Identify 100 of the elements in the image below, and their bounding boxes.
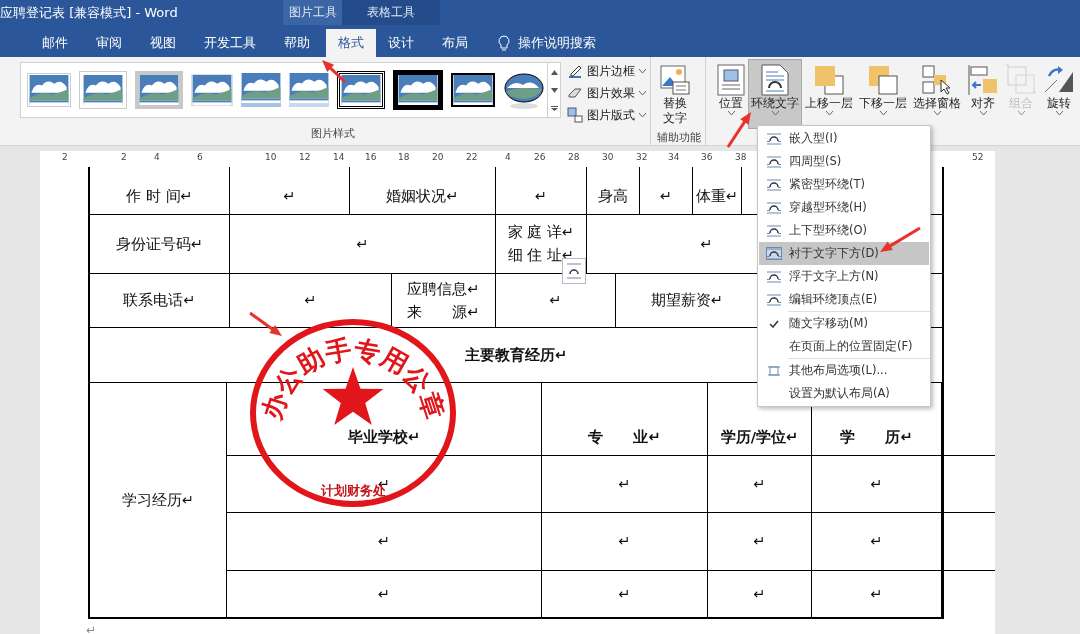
picture-effects-icon (567, 85, 583, 101)
ruler-number: 2 (121, 152, 127, 162)
ruler-number: 4 (505, 152, 511, 162)
ribbon-button[interactable]: 上移一层 (802, 59, 856, 129)
ruler-number: 12 (299, 152, 311, 162)
ruler-number: 6 (197, 152, 203, 162)
ruler-number: 26 (534, 152, 546, 162)
picture-style-icon[interactable] (451, 73, 495, 107)
menu-item[interactable]: 设置为默认布局(A) (759, 382, 929, 405)
align-icon (967, 64, 999, 96)
ribbon-command[interactable]: 图片版式 (567, 106, 646, 124)
menu-item[interactable]: 浮于文字上方(N) (759, 265, 929, 288)
table-cell-text: ↵ (534, 188, 548, 205)
ribbon-tab[interactable]: 视图 (138, 29, 188, 57)
table-cell-text: 应聘信息↵ (407, 280, 480, 298)
table-cell-text: ↵ (377, 585, 391, 603)
table-cell-text: 期望薪资↵ (650, 292, 724, 309)
group-label: 辅助功能 (657, 130, 701, 146)
ribbon-button[interactable]: 对齐 (964, 59, 1002, 129)
send-backward-icon (867, 64, 899, 96)
menu-item[interactable]: 紧密型环绕(T) (759, 173, 929, 196)
wrap-option-icon (766, 270, 782, 283)
ribbon-button[interactable]: 下移一层 (856, 59, 910, 129)
menu-item[interactable]: 穿越型环绕(H) (759, 196, 929, 219)
group-label: 图片样式 (310, 126, 356, 142)
menu-item[interactable]: 其他布局选项(L)... (759, 359, 929, 382)
caret-icon (1055, 111, 1063, 115)
menu-item[interactable]: 随文字移动(M) (759, 312, 929, 335)
alt-text-icon (660, 64, 690, 96)
ribbon-command[interactable]: 图片边框 (567, 62, 646, 80)
table-cell-text: ↵ (753, 585, 766, 603)
picture-style-icon[interactable] (503, 70, 545, 110)
table-cell-text: 专 业↵ (588, 429, 661, 446)
menu-item[interactable]: 嵌入型(I) (759, 127, 929, 150)
ribbon-tab[interactable]: 邮件 (30, 29, 80, 57)
table-cell-text: 联系电话↵ (123, 292, 196, 309)
layout-options-icon[interactable] (562, 258, 586, 284)
table-cell-text: ↵ (618, 533, 631, 550)
ruler-number: 22 (466, 152, 478, 162)
table-cell-text: 家 庭 详↵ (507, 224, 575, 241)
ribbon-tab[interactable]: 开发工具 (192, 29, 268, 57)
ribbon-button[interactable]: 旋转 (1040, 59, 1078, 129)
scroll-arrow-icon[interactable] (550, 69, 558, 75)
wrap-option-icon (766, 178, 782, 191)
table-cell-text: ↵ (753, 475, 766, 493)
menu-item[interactable]: 衬于文字下方(D) (759, 242, 929, 265)
caret-icon (879, 111, 887, 115)
context-tab-group: 图片工具 (283, 0, 342, 25)
table-cell-text: ↵ (618, 475, 631, 493)
ruler-number: 28 (568, 152, 580, 162)
table-cell-text: 婚姻状况↵ (386, 188, 459, 205)
table-cell-text: ↵ (549, 292, 562, 309)
ribbon-button[interactable]: 位置 (714, 59, 748, 129)
ribbon-button[interactable]: 选择窗格 (910, 59, 964, 129)
table-cell-text: ↵ (377, 533, 391, 550)
menu-item[interactable]: 四周型(S) (759, 150, 929, 173)
ruler-number: 14 (333, 152, 345, 162)
wrap-option-icon (766, 293, 782, 306)
caret-icon (771, 111, 779, 115)
caret-icon (639, 69, 646, 73)
wrap-option-icon (766, 224, 782, 237)
wrap-option-icon (766, 247, 782, 260)
ribbon-tab[interactable]: 格式 (326, 29, 376, 57)
bring-forward-icon (813, 64, 845, 96)
caret-icon (1017, 111, 1025, 115)
ribbon-button[interactable]: 环绕文字 (748, 59, 802, 129)
caret-icon (825, 111, 833, 115)
scroll-arrow-icon[interactable] (550, 87, 558, 93)
picture-style-icon[interactable] (393, 70, 443, 110)
alt-text-button[interactable]: 替换 文字 (657, 59, 693, 129)
table-cell-text: 学历/学位↵ (720, 429, 799, 446)
table-cell-text: 毕业学校↵ (347, 429, 421, 446)
ruler-number: 20 (432, 152, 444, 162)
ruler-number: 4 (154, 152, 160, 162)
table-cell-text: 学习经历↵ (121, 491, 195, 509)
tell-me-search[interactable]: 操作说明搜索 (518, 34, 596, 52)
table-cell-text: ↵ (753, 533, 766, 550)
table-cell-text: ↵ (283, 188, 296, 205)
table-cell-text: 体重↵ (695, 188, 739, 205)
layout-options-icon (768, 364, 780, 377)
menu-item[interactable]: 编辑环绕顶点(E) (759, 288, 929, 311)
picture-layout-icon (567, 107, 583, 123)
table-cell-text: ↵ (870, 533, 883, 550)
table-cell-text: 身高 (598, 188, 628, 205)
table-cell-text: 作 时 间↵ (126, 188, 193, 205)
ribbon-tab[interactable]: 设计 (376, 29, 426, 57)
ruler-number: 2 (62, 152, 68, 162)
ribbon-tab[interactable]: 布局 (430, 29, 480, 57)
ribbon-command[interactable]: 图片效果 (567, 84, 646, 102)
scroll-arrow-icon[interactable] (550, 105, 558, 111)
wrap-option-icon (766, 132, 782, 145)
table-cell-text: 细 住 址↵ (507, 247, 575, 264)
caret-icon (979, 111, 987, 115)
menu-item[interactable]: 在页面上的位置固定(F) (759, 335, 929, 358)
ribbon-tab[interactable]: 审阅 (84, 29, 134, 57)
table-cell-text: 身份证号码↵ (115, 235, 204, 253)
picture-style-icon[interactable] (337, 71, 385, 109)
ruler-number: 10 (265, 152, 277, 162)
menu-item[interactable]: 上下型环绕(O) (759, 219, 929, 242)
ribbon-tab[interactable]: 帮助 (272, 29, 322, 57)
